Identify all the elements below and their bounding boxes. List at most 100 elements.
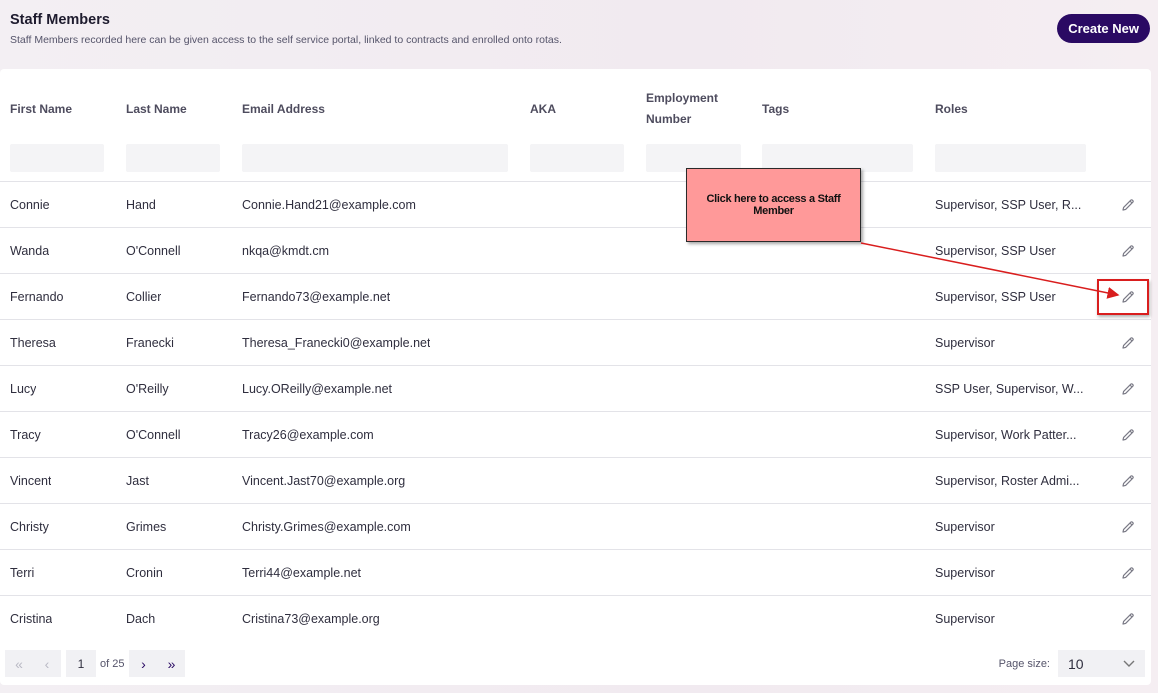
cell-employment-number: [646, 366, 750, 412]
cell-roles: Supervisor, SSP User: [935, 228, 1090, 274]
cell-text: Supervisor: [935, 566, 995, 580]
annotation-callout-text: Click here to access a Staff Member: [706, 193, 841, 217]
filter-roles-input[interactable]: [935, 144, 1086, 172]
table-row[interactable]: Vincent Jast Vincent.Jast70@example.org Sup…: [0, 457, 1151, 503]
annotation-callout: Click here to access a Staff Member: [686, 168, 861, 242]
filter-aka-input[interactable]: [530, 144, 624, 172]
column-header-employment-number[interactable]: Employment Number: [646, 69, 734, 149]
page-title: Staff Members: [10, 12, 110, 28]
cell-email: Lucy.OReilly@example.net: [242, 366, 522, 412]
cell-tags: [762, 320, 922, 366]
cell-aka: [530, 320, 634, 366]
cell-email: Tracy26@example.com: [242, 412, 522, 458]
cell-employment-number: [646, 458, 750, 504]
cell-last-name: Franecki: [126, 320, 230, 366]
filter-last-name-input[interactable]: [126, 144, 220, 172]
cell-text: Fernando: [10, 290, 64, 304]
page-size-label: Page size:: [998, 657, 1050, 670]
column-header-last-name[interactable]: Last Name: [126, 69, 226, 149]
chevron-left-icon: ‹: [44, 655, 50, 672]
cell-email: nkqa@kmdt.cm: [242, 228, 522, 274]
cell-email: Terri44@example.net: [242, 550, 522, 596]
cell-email: Fernando73@example.net: [242, 274, 522, 320]
cell-tags: [762, 274, 922, 320]
cell-first-name: Terri: [10, 550, 114, 596]
cell-text: Hand: [126, 198, 156, 212]
cell-roles: Supervisor: [935, 596, 1090, 642]
cell-employment-number: [646, 596, 750, 642]
edit-staff-button[interactable]: [1119, 610, 1137, 628]
cell-text: Supervisor, Work Patter...: [935, 428, 1077, 442]
previous-page-button[interactable]: ‹: [33, 650, 61, 677]
cell-first-name: Vincent: [10, 458, 114, 504]
table-row[interactable]: Wanda O'Connell nkqa@kmdt.cm Supervisor, SS…: [0, 227, 1151, 273]
cell-last-name: Cronin: [126, 550, 230, 596]
double-chevron-left-icon: «: [15, 655, 23, 672]
cell-roles: Supervisor: [935, 320, 1090, 366]
table-row[interactable]: Tracy O'Connell Tracy26@example.com Supervi…: [0, 411, 1151, 457]
page-size-control: Page size: 10: [999, 650, 1145, 677]
cell-first-name: Fernando: [10, 274, 114, 320]
edit-staff-button[interactable]: [1119, 242, 1137, 260]
page-number-input[interactable]: [66, 650, 96, 677]
cell-text: Supervisor: [935, 336, 995, 350]
cell-aka: [530, 228, 634, 274]
cell-text: Tracy: [10, 428, 41, 442]
cell-text: nkqa@kmdt.cm: [242, 244, 330, 258]
table-row[interactable]: Christy Grimes Christy.Grimes@example.com S…: [0, 503, 1151, 549]
chevron-right-icon: ›: [141, 655, 146, 672]
edit-staff-button[interactable]: [1119, 380, 1137, 398]
pagination: « ‹ of 25 › »: [5, 650, 186, 677]
table-row[interactable]: Lucy O'Reilly Lucy.OReilly@example.net SSP …: [0, 365, 1151, 411]
staff-table-card: First Name Last Name Email Address AKA E…: [0, 69, 1151, 685]
cell-last-name: O'Connell: [126, 412, 230, 458]
table-row[interactable]: Terri Cronin Terri44@example.net Supervisor: [0, 549, 1151, 595]
column-header-roles[interactable]: Roles: [935, 69, 1035, 149]
pencil-icon: [1122, 567, 1134, 579]
column-header-tags[interactable]: Tags: [762, 69, 862, 149]
cell-employment-number: [646, 320, 750, 366]
cell-text: Supervisor: [935, 520, 995, 534]
cell-text: Supervisor, Roster Admi...: [935, 474, 1080, 488]
last-page-button[interactable]: »: [157, 650, 186, 677]
pencil-icon: [1122, 521, 1134, 533]
cell-last-name: Jast: [126, 458, 230, 504]
cell-tags: [762, 596, 922, 642]
edit-staff-button[interactable]: [1119, 564, 1137, 582]
cell-last-name: Hand: [126, 182, 230, 228]
cell-text: Vincent: [10, 474, 52, 488]
edit-staff-button[interactable]: [1119, 334, 1137, 352]
next-page-button[interactable]: ›: [129, 650, 158, 677]
pencil-icon: [1122, 199, 1134, 211]
cell-text: Supervisor: [935, 612, 995, 626]
edit-staff-button[interactable]: [1119, 196, 1137, 214]
cell-roles: Supervisor: [935, 504, 1090, 550]
page-size-select[interactable]: 10: [1058, 650, 1145, 677]
table-row[interactable]: Connie Hand Connie.Hand21@example.com Super…: [0, 181, 1151, 227]
edit-staff-button[interactable]: [1119, 518, 1137, 536]
column-header-email[interactable]: Email Address: [242, 69, 442, 149]
table-row[interactable]: Cristina Dach Cristina73@example.org Superv…: [0, 595, 1151, 641]
cell-text: O'Connell: [126, 244, 181, 258]
column-header-first-name[interactable]: First Name: [10, 69, 110, 149]
filter-email-input[interactable]: [242, 144, 508, 172]
pencil-icon: [1122, 613, 1134, 625]
column-header-aka[interactable]: AKA: [530, 69, 620, 149]
cell-aka: [530, 274, 634, 320]
cell-text: O'Reilly: [126, 382, 169, 396]
cell-aka: [530, 458, 634, 504]
table-row[interactable]: Theresa Franecki Theresa_Franecki0@example…: [0, 319, 1151, 365]
table-row[interactable]: Fernando Collier Fernando73@example.net Sup…: [0, 273, 1151, 319]
cell-email: Cristina73@example.org: [242, 596, 522, 642]
edit-staff-button[interactable]: [1119, 472, 1137, 490]
filter-first-name-input[interactable]: [10, 144, 104, 172]
edit-staff-button[interactable]: [1119, 426, 1137, 444]
table-body: Connie Hand Connie.Hand21@example.com Super…: [0, 181, 1151, 641]
cell-last-name: O'Reilly: [126, 366, 230, 412]
cell-text: Lucy: [10, 382, 37, 396]
cell-text: Supervisor, SSP User, R...: [935, 198, 1082, 212]
cell-last-name: O'Connell: [126, 228, 230, 274]
first-page-button[interactable]: «: [5, 650, 33, 677]
create-new-button[interactable]: Create New: [1057, 14, 1150, 43]
cell-employment-number: [646, 412, 750, 458]
